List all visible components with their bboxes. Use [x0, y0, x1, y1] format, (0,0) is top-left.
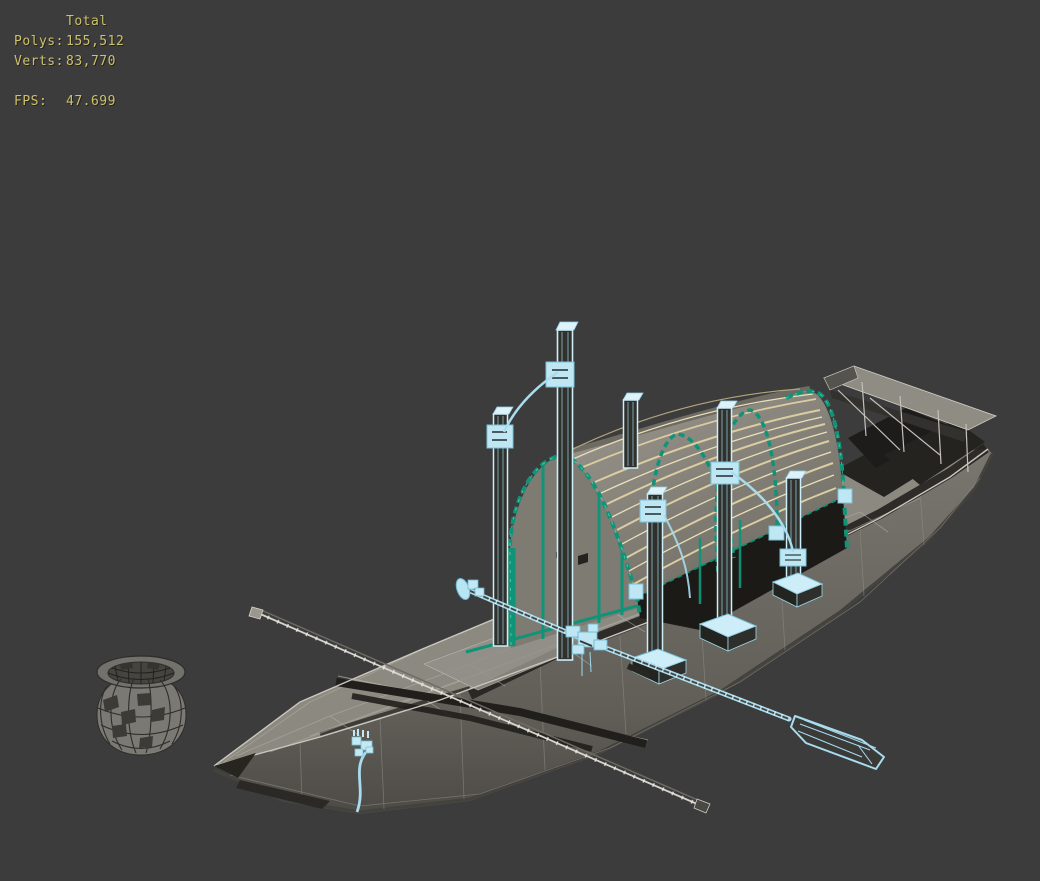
- mast-collar: [545, 361, 575, 388]
- stats-verts-row: Verts: 83,770: [14, 52, 124, 72]
- stats-verts-value: 83,770: [66, 54, 116, 69]
- mast-collar: [639, 499, 667, 523]
- stats-verts-label: Verts:: [14, 54, 64, 69]
- stats-header-row: Total: [14, 12, 124, 32]
- spare-oar-end: [693, 798, 711, 814]
- stats-polys-value: 155,512: [66, 34, 125, 49]
- stats-fps-row: FPS: 47.699: [14, 92, 124, 112]
- spare-oar-tip: [248, 606, 264, 620]
- oar-blade: [790, 715, 885, 770]
- stats-spacer: [14, 72, 124, 92]
- stats-polys-label: Polys:: [14, 34, 64, 49]
- mast-collar: [710, 461, 740, 485]
- stats-fps-label: FPS:: [14, 94, 48, 109]
- stats-polys-row: Polys: 155,512: [14, 32, 124, 52]
- stats-fps-value: 47.699: [66, 94, 116, 109]
- statistics-overlay: Total Polys: 155,512 Verts: 83,770 FPS: …: [14, 12, 124, 112]
- oar-handle: [455, 577, 485, 601]
- clay-pot[interactable]: [96, 655, 187, 756]
- mast-collar: [486, 424, 514, 449]
- scene-canvas[interactable]: [0, 0, 1040, 881]
- stats-header: Total: [66, 14, 108, 29]
- viewport-3d[interactable]: Total Polys: 155,512 Verts: 83,770 FPS: …: [0, 0, 1040, 881]
- stats-header-spacer: [14, 12, 66, 32]
